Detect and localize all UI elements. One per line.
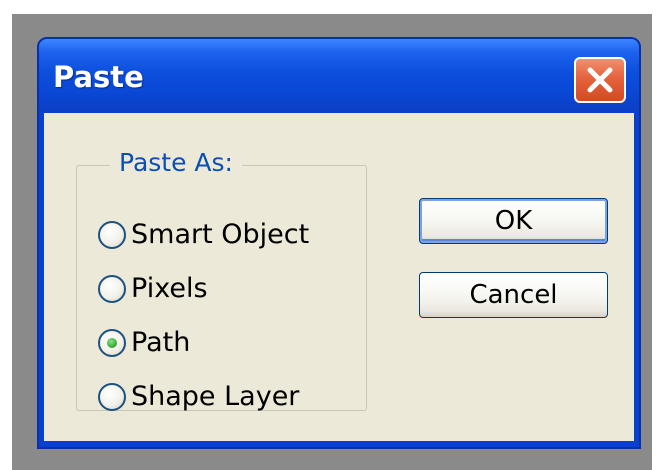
radio-selected-dot (107, 338, 117, 348)
paste-dialog: Paste Paste As: Smart Object Pixels Path… (37, 37, 641, 449)
radio-option-path[interactable]: Path (98, 323, 190, 363)
radio-label-shape-layer: Shape Layer (131, 381, 300, 412)
radio-button-pixels[interactable] (98, 275, 126, 303)
ok-button[interactable]: OK (419, 198, 608, 244)
close-button[interactable] (574, 57, 626, 103)
radio-label-path: Path (131, 327, 191, 358)
paste-as-legend: Paste As: (110, 148, 242, 178)
radio-option-smart-object[interactable]: Smart Object (98, 215, 309, 255)
radio-label-smart-object: Smart Object (131, 219, 310, 250)
radio-button-path[interactable] (98, 329, 126, 357)
radio-option-shape-layer[interactable]: Shape Layer (98, 377, 299, 417)
radio-button-shape-layer[interactable] (98, 383, 126, 411)
radio-label-pixels: Pixels (131, 273, 208, 304)
radio-button-smart-object[interactable] (98, 221, 126, 249)
title-bar[interactable]: Paste (39, 39, 639, 111)
close-x-icon (587, 67, 613, 93)
window-title: Paste (53, 60, 144, 94)
dialog-body: Paste As: Smart Object Pixels Path Shape… (44, 113, 634, 441)
radio-option-pixels[interactable]: Pixels (98, 269, 208, 309)
cancel-button[interactable]: Cancel (419, 272, 608, 318)
